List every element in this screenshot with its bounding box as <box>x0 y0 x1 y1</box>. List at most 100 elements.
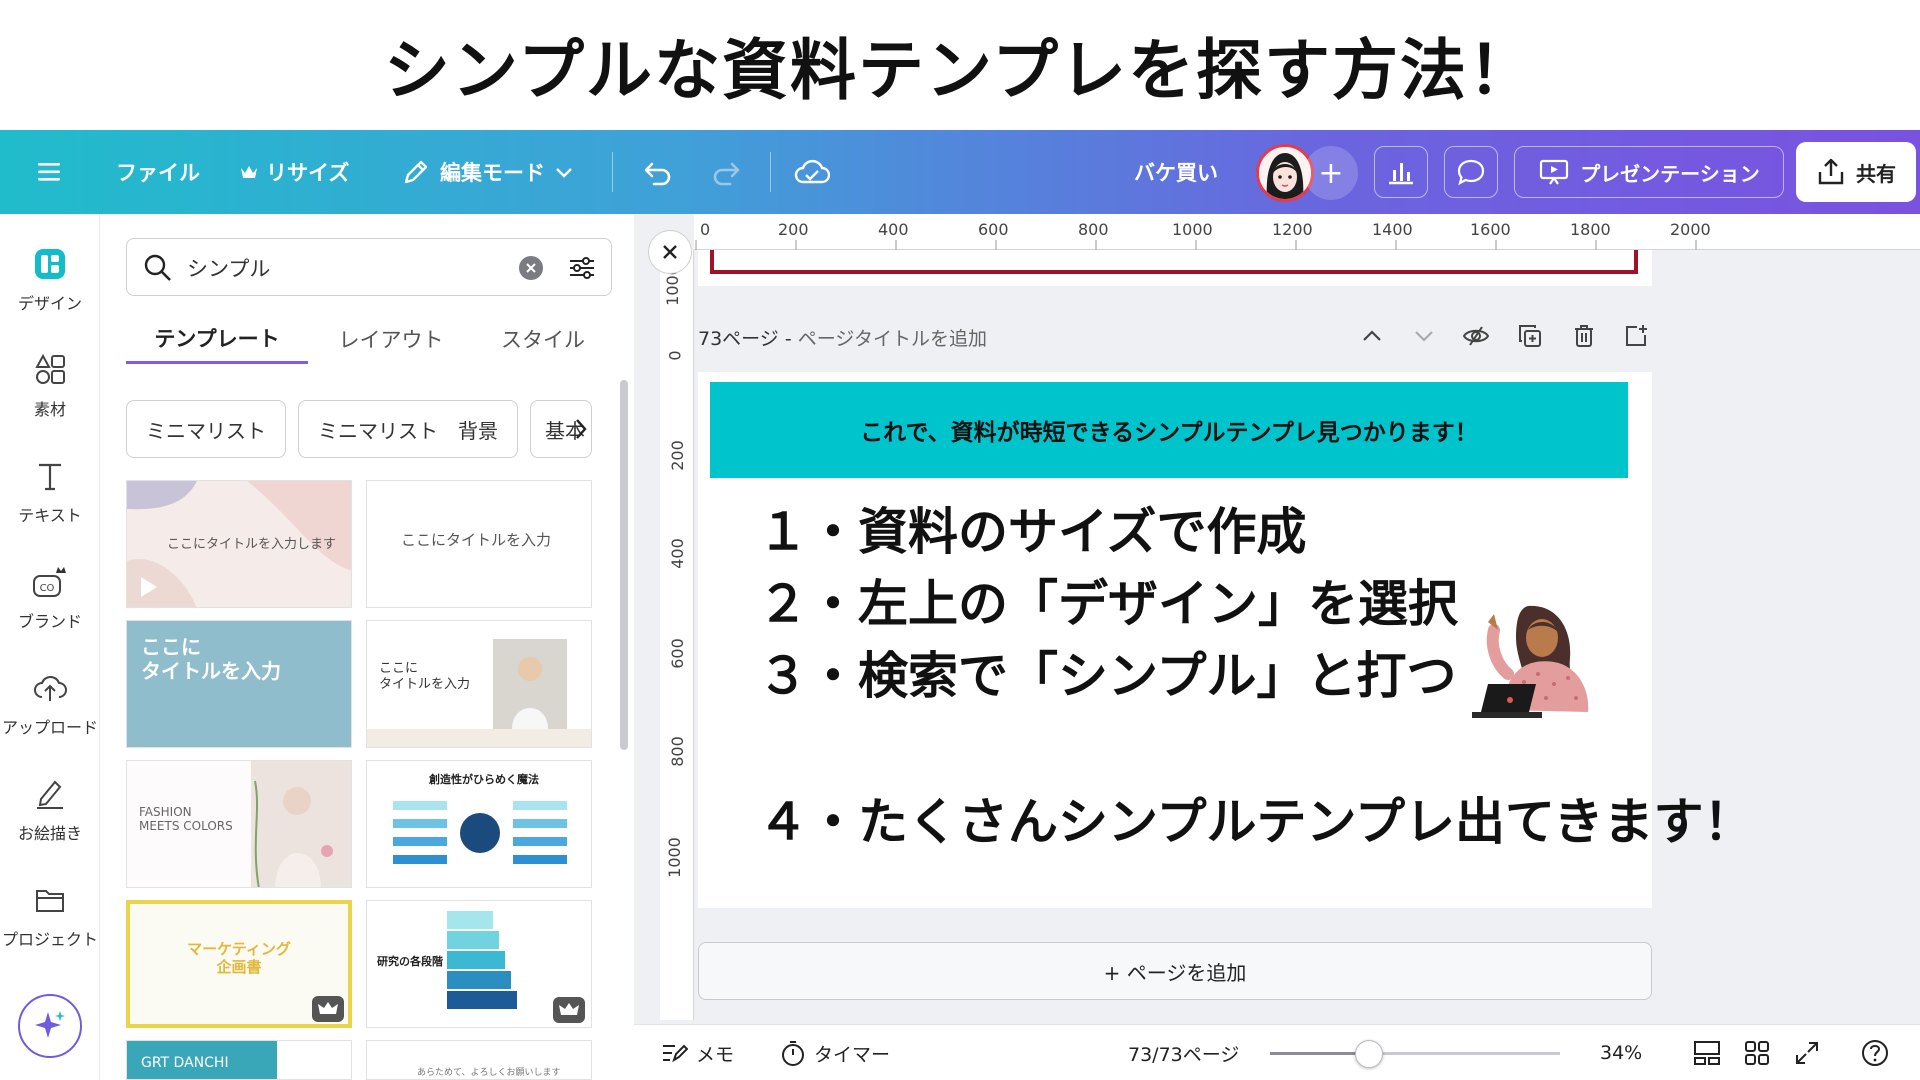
slide-banner[interactable]: これで、資料が時短できるシンプルテンプレ見つかります！ <box>710 382 1628 478</box>
add-page-icon <box>1626 325 1647 346</box>
slide-step-2[interactable]: ２・左上の「デザイン」を選択 <box>758 564 1458 636</box>
template-thumb-title: FASHION MEETS COLORS <box>139 805 233 833</box>
zoom-level[interactable]: 34% <box>1600 1025 1642 1080</box>
add-page-button[interactable]: + ページを追加 <box>698 942 1652 1000</box>
timer-button[interactable]: タイマー <box>780 1025 890 1080</box>
undo-button[interactable] <box>642 130 674 214</box>
present-button[interactable]: プレゼンテーション <box>1514 146 1784 198</box>
comment-icon <box>1457 159 1485 186</box>
clear-search-button[interactable] <box>519 256 543 280</box>
fullscreen-button[interactable] <box>1794 1025 1820 1080</box>
rail-item-draw[interactable]: お絵描き <box>0 774 100 864</box>
template-thumb-title: ここにタイトルを入力します <box>167 537 337 552</box>
template-thumb[interactable]: マーケティング 企画書 <box>126 900 352 1028</box>
edit-mode-dropdown[interactable]: 編集モード <box>402 130 573 214</box>
insights-button[interactable] <box>1374 146 1428 198</box>
page-label[interactable]: 73ページ - ページタイトルを追加 <box>698 324 987 351</box>
delete-page-button[interactable] <box>1564 316 1604 356</box>
previous-page-edge[interactable] <box>698 250 1652 286</box>
ruler-vertical: 1000 0 200 400 600 800 1000 <box>660 250 694 1020</box>
menu-button[interactable] <box>36 130 64 214</box>
template-thumb[interactable]: 研究の各段階 <box>366 900 592 1028</box>
template-thumb-title: ここに タイトルを入力 <box>141 635 281 683</box>
zoom-slider-fill <box>1270 1052 1369 1055</box>
notes-button[interactable]: メモ <box>660 1025 734 1080</box>
grid-view-button[interactable] <box>1744 1025 1770 1080</box>
resize-button[interactable]: リサイズ <box>240 130 349 214</box>
slide-step-4[interactable]: ４・たくさんシンプルテンプレ出てきます！ <box>758 782 1754 854</box>
move-page-down-button[interactable] <box>1404 316 1444 356</box>
template-thumb[interactable]: GRT DANCHI <box>126 1040 352 1080</box>
template-thumb[interactable]: あらためて、よろしくお願いします <box>366 1040 592 1080</box>
template-thumb[interactable]: FASHION MEETS COLORS <box>126 760 352 888</box>
toolbar-divider <box>770 152 771 192</box>
help-icon <box>1862 1040 1888 1066</box>
app-root: シンプルな資料テンプレを探す方法！ ファイル リサイズ 編集モード バケ買い +… <box>0 0 1920 1080</box>
template-thumb[interactable]: ここに タイトルを入力 <box>366 620 592 748</box>
chevron-right-icon[interactable] <box>572 416 590 442</box>
zoom-slider-handle[interactable] <box>1354 1040 1383 1068</box>
tab-templates[interactable]: テンプレート <box>126 314 308 364</box>
project-name[interactable]: バケ買い <box>1134 130 1218 214</box>
toolbar-divider <box>612 152 613 192</box>
rail-item-projects[interactable]: プロジェクト <box>0 880 100 970</box>
rail-item-design[interactable]: デザイン <box>0 244 100 334</box>
crown-icon <box>559 1003 579 1015</box>
chevron-down-icon <box>556 168 572 178</box>
share-button[interactable]: 共有 <box>1796 142 1916 202</box>
sparkle-icon <box>35 1011 65 1038</box>
rail-label: 素材 <box>33 400 66 419</box>
cloud-save-status[interactable] <box>794 130 830 214</box>
page-view-button[interactable] <box>1692 1025 1722 1080</box>
search-input[interactable]: シンプル <box>187 253 270 283</box>
magic-assistant-button[interactable] <box>18 994 82 1058</box>
filter-sliders-icon[interactable] <box>567 253 597 283</box>
chip-minimalist[interactable]: ミニマリスト <box>126 400 286 458</box>
invite-button[interactable]: + <box>1304 146 1358 200</box>
rail-item-brand[interactable]: CO ブランド <box>0 562 100 652</box>
notes-label: メモ <box>696 1043 735 1066</box>
search-icon <box>144 254 171 281</box>
previous-page-frame <box>710 250 1638 274</box>
template-thumb[interactable]: 創造性がひらめく魔法 <box>366 760 592 888</box>
woman-laptop-illustration[interactable] <box>1458 600 1608 720</box>
panel-scrollbar[interactable] <box>620 380 628 750</box>
help-button[interactable] <box>1860 1025 1890 1080</box>
zoom-slider[interactable] <box>1270 1040 1560 1068</box>
close-panel-button[interactable] <box>648 230 692 274</box>
comments-button[interactable] <box>1444 146 1498 198</box>
chip-minimalist-background[interactable]: ミニマリスト 背景 <box>298 400 518 458</box>
redo-button[interactable] <box>710 130 742 214</box>
ruler-tick: 800 <box>667 736 687 767</box>
slide-step-3[interactable]: ３・検索で「シンプル」と打つ <box>758 636 1457 708</box>
duplicate-page-button[interactable] <box>1510 316 1550 356</box>
move-page-up-button[interactable] <box>1352 316 1392 356</box>
page-counter[interactable]: 73/73ページ <box>1128 1025 1239 1080</box>
tab-layouts[interactable]: レイアウト <box>308 314 474 364</box>
bottom-bar: メモ タイマー 73/73ページ 34% <box>634 1024 1920 1080</box>
hide-page-button[interactable] <box>1456 316 1496 356</box>
template-thumb[interactable]: ここに タイトルを入力 <box>126 620 352 748</box>
search-box[interactable]: シンプル <box>126 238 612 296</box>
tab-styles[interactable]: スタイル <box>474 314 612 364</box>
rail-label: ブランド <box>17 612 82 631</box>
elements-icon <box>30 350 70 390</box>
undo-icon <box>644 162 671 186</box>
text-icon <box>30 456 70 496</box>
slide-step-1[interactable]: １・資料のサイズで作成 <box>758 492 1307 564</box>
slide-page[interactable]: これで、資料が時短できるシンプルテンプレ見つかります！ １・資料のサイズで作成 … <box>698 372 1754 908</box>
crown-icon <box>318 1002 338 1014</box>
file-menu[interactable]: ファイル <box>116 130 200 214</box>
rail-item-upload[interactable]: アップロード <box>0 668 100 758</box>
share-upload-icon <box>1818 158 1844 185</box>
ruler-ticks <box>695 240 1697 250</box>
add-page-inline-button[interactable] <box>1616 316 1656 356</box>
draw-icon <box>30 774 70 814</box>
template-thumb-title: ここにタイトルを入力 <box>401 531 552 549</box>
premium-badge <box>553 997 585 1023</box>
template-thumb[interactable]: ここにタイトルを入力します <box>126 480 352 608</box>
rail-item-elements[interactable]: 素材 <box>0 350 100 440</box>
page-title-placeholder[interactable]: ページタイトルを追加 <box>798 328 987 350</box>
rail-item-text[interactable]: テキスト <box>0 456 100 546</box>
template-thumb[interactable]: ここにタイトルを入力 <box>366 480 592 608</box>
